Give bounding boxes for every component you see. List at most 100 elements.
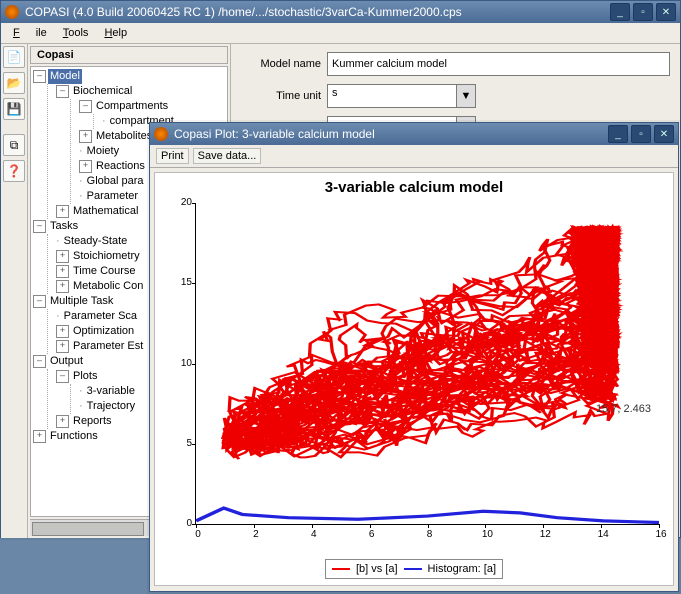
x-tick-label: 16 [651,529,671,540]
plot-canvas[interactable]: 3-variable calcium model 15.7, 2.463 051… [154,172,674,586]
scrollbar-thumb[interactable] [32,522,144,536]
legend-swatch-blue [404,568,422,570]
app-icon [5,5,19,19]
tree-collapse-icon[interactable]: – [79,100,92,113]
menu-tools[interactable]: Tools [55,25,97,41]
tree-expand-icon[interactable]: + [56,415,69,428]
legend-label-1: [b] vs [a] [356,563,398,575]
maximize-button[interactable]: ▫ [631,125,651,143]
close-button[interactable]: ✕ [654,125,674,143]
tree-leaf-icon: · [102,114,106,129]
tree-expand-icon[interactable]: + [56,250,69,263]
tree-node-stoich[interactable]: Stoichiometry [71,249,142,264]
plot-window: Copasi Plot: 3-variable calcium model _ … [149,122,679,592]
new-icon[interactable]: 📄 [3,46,25,68]
tree-node-moiety[interactable]: Moiety [85,144,121,159]
tree-expand-icon[interactable]: + [56,265,69,278]
tree-node-pest[interactable]: Parameter Est [71,339,145,354]
app-icon [154,127,168,141]
tree-expand-icon[interactable]: + [79,130,92,143]
model-name-input[interactable] [327,52,670,76]
plot-window-title: Copasi Plot: 3-variable calcium model [174,127,605,141]
tree-node-reactions[interactable]: Reactions [94,159,147,174]
tree-node-global-params[interactable]: Global para [85,174,146,189]
cursor-readout: 15.7, 2.463 [596,403,651,415]
tree-node-parameter[interactable]: Parameter [85,189,140,204]
tree-collapse-icon[interactable]: – [33,295,46,308]
tree-node-mca[interactable]: Metabolic Con [71,279,145,294]
x-tick-label: 10 [477,529,497,540]
plot-axes: 15.7, 2.463 051015200246810121416 [195,203,659,525]
tree-node-pscan[interactable]: Parameter Sca [62,309,139,324]
main-window-title: COPASI (4.0 Build 20060425 RC 1) /home/.… [25,5,607,19]
tree-expand-icon[interactable]: + [56,280,69,293]
tree-leaf-icon: · [56,309,60,324]
y-tick-label: 15 [168,277,192,288]
x-tick-label: 6 [362,529,382,540]
tree-collapse-icon[interactable]: – [33,355,46,368]
y-tick-label: 10 [168,358,192,369]
tree-node-steady[interactable]: Steady-State [62,234,130,249]
series-histogram-a [196,492,659,524]
plot-titlebar[interactable]: Copasi Plot: 3-variable calcium model _ … [150,123,678,145]
tree-collapse-icon[interactable]: – [33,220,46,233]
tree-expand-icon[interactable]: + [33,430,46,443]
tree-node-tasks[interactable]: Tasks [48,219,80,234]
close-button[interactable]: ✕ [656,3,676,21]
help-cursor-icon[interactable]: ❓ [3,160,25,182]
tree-node-trajectory[interactable]: Trajectory [85,399,138,414]
minimize-button[interactable]: _ [610,3,630,21]
legend-label-2: Histogram: [a] [428,563,496,575]
tree-node-3variable[interactable]: 3-variable [85,384,137,399]
tree-node-plots[interactable]: Plots [71,369,99,384]
save-data-button[interactable]: Save data... [193,148,262,164]
y-tick-label: 20 [168,197,192,208]
tree-node-compartments[interactable]: Compartments [94,99,170,114]
menu-help[interactable]: Help [96,25,135,41]
plot-title: 3-variable calcium model [155,173,673,198]
tree-node-output[interactable]: Output [48,354,85,369]
left-toolbar: 📄 📂 💾 ⧉ ❓ [1,44,28,538]
tree-leaf-icon: · [79,174,83,189]
tree-leaf-icon: · [56,234,60,249]
tree-expand-icon[interactable]: + [56,205,69,218]
x-tick-label: 14 [593,529,613,540]
menu-file[interactable]: File [5,25,55,41]
tree-node-model[interactable]: Model [48,69,82,84]
open-icon[interactable]: 📂 [3,72,25,94]
main-titlebar[interactable]: COPASI (4.0 Build 20060425 RC 1) /home/.… [1,1,680,23]
tree-node-metabolites[interactable]: Metabolites [94,129,154,144]
save-icon[interactable]: 💾 [3,98,25,120]
tree-collapse-icon[interactable]: – [56,85,69,98]
x-tick-label: 8 [420,529,440,540]
time-unit-select[interactable]: s ▼ [327,84,476,108]
tree-node-reports[interactable]: Reports [71,414,114,429]
series-b-vs-a [219,222,626,472]
tree-collapse-icon[interactable]: – [56,370,69,383]
tree-node-opt[interactable]: Optimization [71,324,136,339]
tree-header: Copasi [30,46,228,64]
chevron-down-icon[interactable]: ▼ [456,84,476,108]
x-tick-label: 12 [535,529,555,540]
time-unit-label: Time unit [241,90,321,102]
minimize-button[interactable]: _ [608,125,628,143]
tree-node-timecourse[interactable]: Time Course [71,264,138,279]
tree-expand-icon[interactable]: + [79,160,92,173]
tree-leaf-icon: · [79,384,83,399]
tree-node-multitask[interactable]: Multiple Task [48,294,115,309]
maximize-button[interactable]: ▫ [633,3,653,21]
plot-legend: [b] vs [a] Histogram: [a] [325,559,503,579]
x-tick-label: 0 [188,529,208,540]
tree-expand-icon[interactable]: + [56,340,69,353]
tree-node-mathematical[interactable]: Mathematical [71,204,140,219]
x-tick-label: 4 [304,529,324,540]
run-icon[interactable]: ⧉ [3,134,25,156]
y-tick-label: 0 [168,518,192,529]
tree-node-functions[interactable]: Functions [48,429,100,444]
print-button[interactable]: Print [156,148,189,164]
tree-node-biochemical[interactable]: Biochemical [71,84,134,99]
tree-collapse-icon[interactable]: – [33,70,46,83]
tree-expand-icon[interactable]: + [56,325,69,338]
model-name-label: Model name [241,58,321,70]
time-unit-value: s [327,84,456,108]
